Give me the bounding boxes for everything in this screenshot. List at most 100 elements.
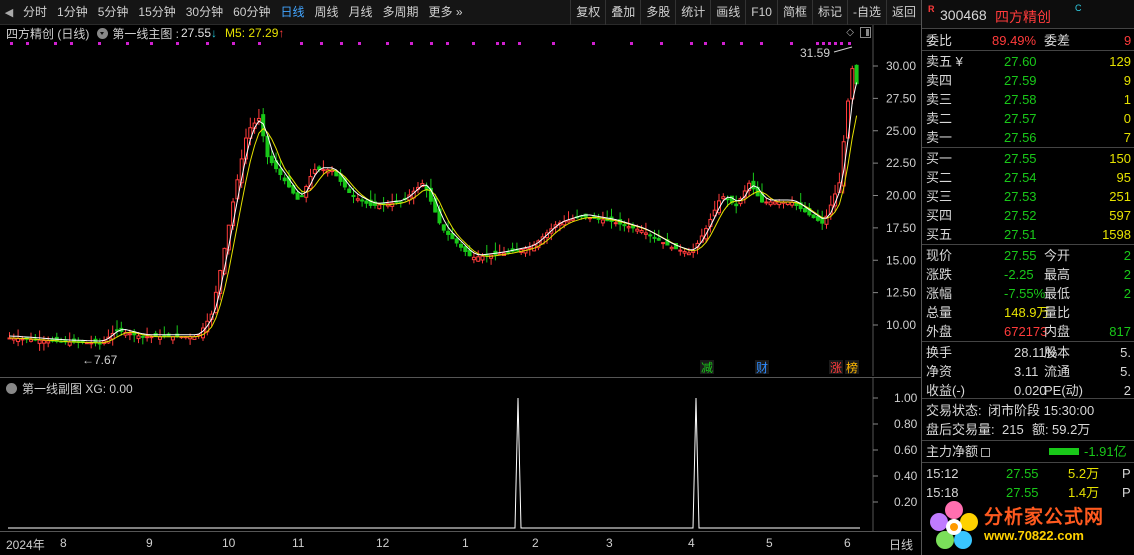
period-tab-5min[interactable]: 5分钟 — [93, 0, 134, 25]
candle-body — [734, 203, 739, 207]
ma5-value: M5: 27.29 — [225, 26, 279, 40]
ask-level-label: 卖二 — [926, 111, 953, 126]
bid-price: 27.52 — [1004, 208, 1037, 223]
kline-chart[interactable]: 30.00 27.50 25.00 22.50 20.00 17.50 15.00 12.50… — [0, 25, 921, 376]
period-tab-daily[interactable]: 日线 — [275, 0, 309, 25]
axis-period-button[interactable]: 日线 — [889, 536, 913, 553]
indicator-value: 27.55 — [181, 26, 212, 40]
back-button[interactable]: 返回 — [885, 0, 921, 25]
candle-body — [446, 230, 451, 235]
candle-body — [527, 247, 532, 250]
after-hours-amt-label: 额: — [1032, 422, 1049, 437]
overlay-button[interactable]: 叠加 — [605, 0, 640, 25]
candle-body — [355, 198, 360, 201]
multi-stock-button[interactable]: 多股 — [640, 0, 675, 25]
simple-frame-button[interactable]: 简框 — [776, 0, 812, 25]
signal-marker — [54, 42, 57, 45]
period-tab-30min[interactable]: 30分钟 — [181, 0, 228, 25]
stat-row: 涨幅 -7.55% 最低 2 — [922, 284, 1134, 303]
main-kline-panel[interactable]: 30.00 27.50 25.00 22.50 20.00 17.50 15.00 12.50… — [0, 25, 921, 376]
candle-body — [661, 242, 666, 245]
time-label-feb: 2 — [532, 536, 539, 550]
sub-indicator-dropdown-icon[interactable] — [6, 383, 17, 394]
event-tag[interactable]: 财 — [756, 361, 768, 375]
candle-body — [67, 341, 72, 346]
bid-row: 买四 27.52 597 — [922, 206, 1134, 225]
candle-body — [626, 226, 631, 229]
event-tag[interactable]: 减 — [701, 361, 713, 375]
stat-label: 涨幅 — [926, 286, 953, 301]
candle-body — [463, 246, 468, 253]
candle-body — [639, 230, 644, 233]
f10-button[interactable]: F10 — [745, 0, 777, 25]
down-arrow-icon: ↓ — [211, 26, 218, 40]
signal-marker — [472, 42, 475, 45]
event-tag[interactable]: 榜 — [846, 360, 858, 375]
remove-watchlist-button[interactable]: -自选 — [846, 0, 886, 25]
sub-indicator-panel[interactable]: 1.00 0.80 0.60 0.40 0.20 第一线副图 XG: 0.00 — [0, 377, 921, 531]
period-tab-monthly[interactable]: 月线 — [344, 0, 378, 25]
ask-row: 卖三 27.58 1 — [922, 90, 1134, 109]
fuquan-button[interactable]: 复权 — [570, 0, 605, 25]
stat2-value: 3.11 — [1014, 364, 1039, 379]
sub-indicator-chart[interactable]: 1.00 0.80 0.60 0.40 0.20 — [0, 378, 921, 531]
candle-body — [41, 340, 46, 344]
xg-signal-line — [8, 397, 860, 529]
ask-volume: 9 — [1123, 73, 1131, 88]
diamond-icon[interactable]: ◇ — [846, 27, 854, 38]
indicator-name: 第一线主图 : — [112, 26, 179, 41]
draw-line-button[interactable]: 画线 — [710, 0, 745, 25]
high-price-label: 31.59 — [800, 46, 830, 60]
candle-body — [467, 249, 472, 257]
signal-marker — [10, 42, 13, 45]
ask-price: 27.56 — [1004, 130, 1037, 145]
period-tab-weekly[interactable]: 周线 — [309, 0, 343, 25]
period-tab-more[interactable]: 更多 » — [424, 0, 468, 25]
signal-marker — [816, 42, 819, 45]
candle-body — [321, 169, 326, 172]
time-label-year: 2024年 — [6, 538, 45, 552]
sub-tick-label: 0.20 — [894, 495, 918, 509]
square-icon[interactable] — [981, 448, 991, 457]
ask-level-label: 卖一 — [926, 130, 953, 145]
main-flow-label-text: 主力净额 — [926, 444, 979, 459]
period-tab-60min[interactable]: 60分钟 — [228, 0, 275, 25]
candle-body — [16, 338, 21, 343]
signal-marker — [822, 42, 825, 45]
candle-body — [282, 177, 287, 182]
panel-toggle-icon[interactable] — [860, 27, 871, 38]
bid-level-label: 买三 — [926, 189, 953, 204]
ask-row: 卖四 27.59 9 — [922, 71, 1134, 90]
period-tab-multi[interactable]: 多周期 — [378, 0, 424, 25]
stat-label-2: 今开 — [1044, 248, 1071, 263]
watermark: 分析家公式网 www.70822.com — [924, 498, 1134, 554]
candle-body — [454, 238, 459, 244]
period-tab-15min[interactable]: 15分钟 — [133, 0, 180, 25]
stat-value-2: 2 — [1123, 267, 1131, 282]
ask-price: 27.57 — [1004, 111, 1037, 126]
weibi-value: 89.49% — [992, 33, 1037, 48]
signal-marker — [790, 42, 793, 45]
price-tick-label: 20.00 — [886, 189, 916, 203]
toolbar-tools: 复权 叠加 多股 统计 画线 F10 简框 标记 -自选 返回 — [570, 0, 921, 25]
candle-body — [669, 246, 674, 250]
main-flow-label: 主力净额 — [926, 442, 991, 461]
low-price-label: ←7.67 — [82, 353, 118, 367]
time-axis: 2024年 8 9 10 11 12 1 2 3 4 5 6 日线 — [0, 531, 921, 555]
stats-button[interactable]: 统计 — [675, 0, 710, 25]
chevron-left-icon[interactable]: ◀ — [0, 0, 18, 25]
period-tab-1min[interactable]: 1分钟 — [52, 0, 93, 25]
candle-body — [459, 243, 463, 248]
signal-marker — [502, 42, 505, 45]
signal-marker — [848, 42, 851, 45]
period-tab-fenshi[interactable]: 分时 — [18, 0, 52, 25]
candle-body — [127, 333, 132, 336]
mark-button[interactable]: 标记 — [811, 0, 847, 25]
stat-row: 总量 148.9万 量比 — [922, 303, 1134, 322]
event-tag[interactable]: 涨 — [830, 360, 842, 375]
candle-body — [269, 155, 274, 164]
indicator-dropdown-icon[interactable] — [97, 27, 109, 39]
quote-title-bar[interactable]: R 300468 四方精创 C — [922, 0, 1134, 29]
ask-price: 27.58 — [1004, 92, 1037, 107]
candle-body — [140, 335, 145, 338]
